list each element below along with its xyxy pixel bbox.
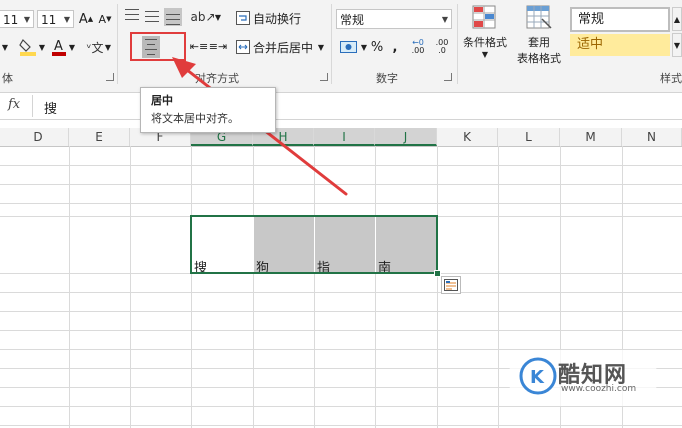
svg-text:K: K bbox=[530, 367, 545, 388]
wrap-text-button[interactable]: 自动换行 bbox=[236, 9, 306, 27]
separator bbox=[117, 4, 118, 84]
wrap-text-icon bbox=[236, 11, 250, 25]
watermark-logo-icon: K bbox=[519, 357, 557, 395]
column-header-l[interactable]: L bbox=[498, 128, 560, 146]
gridline bbox=[375, 146, 376, 428]
separator bbox=[457, 4, 458, 84]
gridline bbox=[437, 146, 438, 428]
font-color-dropdown[interactable]: ▼ bbox=[68, 40, 76, 54]
bottom-align-button[interactable] bbox=[164, 8, 182, 26]
fill-color-dropdown[interactable]: ▼ bbox=[38, 40, 46, 54]
wrap-text-label: 自动换行 bbox=[253, 11, 302, 26]
font-color-button[interactable]: A bbox=[50, 36, 68, 58]
chevron-down-icon: ▼ bbox=[441, 15, 448, 24]
formula-value: 搜 bbox=[44, 102, 58, 117]
font-size-value-2: 11 bbox=[41, 13, 57, 27]
percent-symbol: % bbox=[370, 39, 384, 55]
decrease-decimal-button[interactable]: .00.0 bbox=[432, 38, 452, 56]
paint-bucket-icon bbox=[19, 39, 36, 56]
increase-decimal-label: .00 bbox=[411, 46, 425, 55]
gridline bbox=[0, 425, 682, 426]
column-header-k[interactable]: K bbox=[437, 128, 498, 146]
format-as-table-button[interactable]: 套用 表格格式 bbox=[512, 5, 566, 67]
svg-text:A: A bbox=[54, 39, 63, 54]
gridline bbox=[130, 146, 131, 428]
font-size-value: 11 bbox=[3, 13, 19, 27]
font-group-label: 体 bbox=[2, 72, 13, 85]
style-normal-label: 常规 bbox=[578, 12, 605, 27]
gridline bbox=[0, 292, 682, 293]
phonetic-dropdown[interactable]: ▼ bbox=[104, 40, 112, 54]
top-align-button[interactable] bbox=[124, 8, 140, 24]
gridline bbox=[0, 406, 682, 407]
conditional-format-button[interactable]: 条件格式 ▼ bbox=[460, 5, 510, 65]
style-neutral[interactable]: 适中 bbox=[570, 34, 670, 56]
font-size-dropdown[interactable]: 11 ▼ bbox=[0, 10, 34, 28]
border-dropdown-button[interactable]: ▼ bbox=[0, 38, 10, 56]
number-group-label: 数字 bbox=[376, 72, 398, 85]
increase-font-button[interactable]: A ▲ bbox=[78, 10, 94, 28]
tooltip-description: 将文本居中对齐。 bbox=[151, 112, 239, 125]
increase-decimal-button[interactable]: ←0.00 bbox=[408, 38, 428, 56]
phonetic-guide-button[interactable]: ᵛ文 bbox=[86, 38, 104, 56]
insert-function-icon[interactable]: fx bbox=[8, 97, 20, 112]
column-header-j[interactable]: J bbox=[375, 128, 437, 146]
column-header-m[interactable]: M bbox=[560, 128, 622, 146]
gridline bbox=[0, 203, 682, 204]
column-header-e[interactable]: E bbox=[69, 128, 130, 146]
orientation-button[interactable]: ab↗ bbox=[190, 8, 215, 26]
gridline bbox=[0, 330, 682, 331]
style-neutral-label: 适中 bbox=[577, 37, 604, 52]
styles-group-label: 样式 bbox=[660, 72, 682, 85]
styles-scroll-down[interactable]: ▼ bbox=[672, 33, 682, 57]
font-color-icon: A bbox=[52, 39, 66, 56]
column-header-n[interactable]: N bbox=[622, 128, 682, 146]
column-header-d[interactable]: D bbox=[8, 128, 69, 146]
gridline bbox=[0, 311, 682, 312]
quick-analysis-button[interactable] bbox=[441, 276, 461, 294]
accounting-dropdown[interactable]: ▼ bbox=[360, 40, 368, 54]
chevron-down-icon: ▼ bbox=[481, 50, 489, 59]
fill-handle[interactable] bbox=[434, 270, 441, 277]
styles-scroll-up[interactable]: ▲ bbox=[672, 7, 682, 31]
gridline bbox=[69, 146, 70, 428]
number-dialog-launcher[interactable] bbox=[444, 73, 452, 81]
watermark-url: www.coozhi.com bbox=[561, 384, 637, 394]
chevron-down-icon: ▼ bbox=[23, 15, 30, 24]
selection-border bbox=[190, 215, 438, 274]
middle-align-button[interactable] bbox=[144, 8, 160, 24]
format-as-table-line1: 套用 bbox=[528, 36, 550, 49]
decrease-decimal-label: .0 bbox=[438, 46, 446, 55]
number-format-dropdown[interactable]: 常规 ▼ bbox=[336, 9, 452, 29]
font-size-dropdown-2[interactable]: 11 ▼ bbox=[37, 10, 74, 28]
percent-style-button[interactable]: % bbox=[370, 38, 384, 56]
conditional-format-icon bbox=[472, 5, 496, 29]
style-normal[interactable]: 常规 bbox=[570, 7, 670, 32]
number-format-value: 常规 bbox=[340, 13, 365, 27]
decrease-font-button[interactable]: A ▼ bbox=[97, 10, 113, 28]
comma-style-button[interactable]: , bbox=[390, 38, 400, 56]
orientation-dropdown[interactable]: ▼ bbox=[214, 10, 222, 24]
format-as-table-icon bbox=[526, 5, 552, 29]
fill-color-button[interactable] bbox=[18, 36, 38, 58]
quick-analysis-icon bbox=[444, 279, 458, 291]
font-dialog-launcher[interactable] bbox=[106, 73, 114, 81]
gridline bbox=[498, 146, 499, 428]
chevron-down-icon: ▼ bbox=[63, 15, 70, 24]
format-as-table-line2: 表格格式 bbox=[517, 52, 561, 65]
conditional-format-label: 条件格式 bbox=[463, 36, 507, 49]
comma-symbol: , bbox=[392, 39, 398, 55]
tooltip-title: 居中 bbox=[151, 94, 173, 107]
